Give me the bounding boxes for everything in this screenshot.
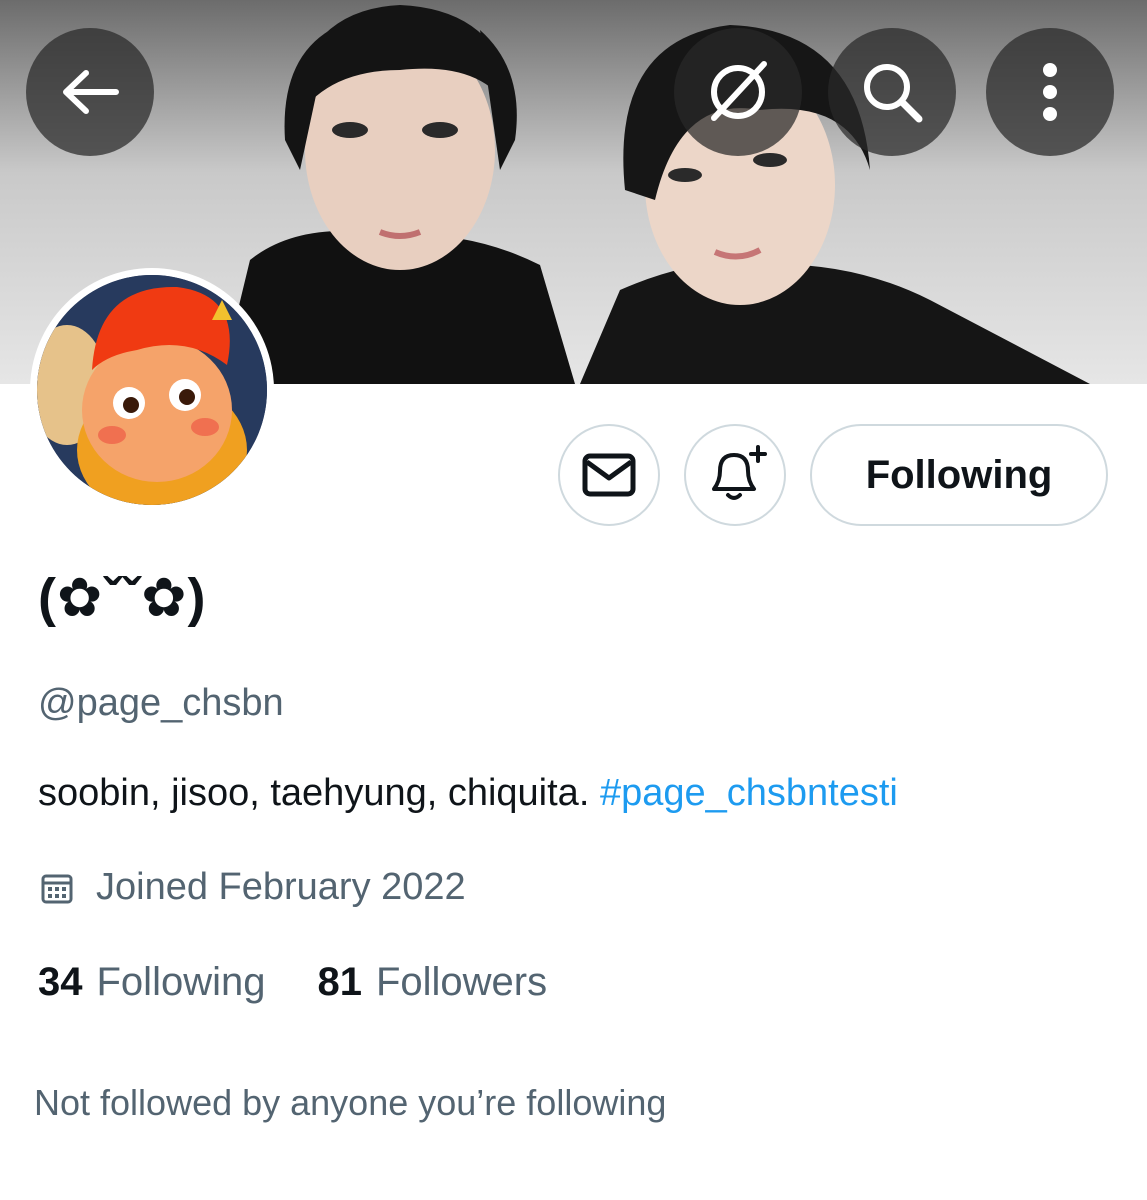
following-stat-link[interactable]: 34 Following: [38, 960, 265, 1005]
search-button[interactable]: [828, 28, 956, 156]
bio: soobin, jisoo, taehyung, chiquita. #page…: [38, 772, 898, 815]
followers-stat-link[interactable]: 81 Followers: [317, 960, 547, 1005]
slash-circle-icon: [711, 61, 767, 121]
notify-button[interactable]: [684, 424, 786, 526]
following-label: Following: [96, 960, 266, 1004]
envelope-icon: [582, 453, 636, 497]
joined-date: Joined February 2022: [40, 866, 466, 909]
handle: @page_chsbn: [38, 682, 284, 724]
avatar-image: [37, 275, 267, 505]
message-button[interactable]: [558, 424, 660, 526]
more-button[interactable]: [986, 28, 1114, 156]
following-count: 34: [38, 960, 83, 1004]
follow-stats: 34 Following 81 Followers: [38, 960, 599, 1005]
followers-label: Followers: [375, 960, 548, 1004]
arrow-left-icon: [63, 70, 119, 114]
joined-text: Joined February 2022: [96, 866, 466, 908]
following-button[interactable]: Following: [810, 424, 1108, 526]
bio-text: soobin, jisoo, taehyung, chiquita.: [38, 772, 590, 814]
search-icon: [864, 64, 923, 123]
grok-button[interactable]: [674, 28, 802, 156]
bio-hashtag-link[interactable]: #page_chsbntesti: [600, 772, 898, 814]
more-vertical-icon: [1043, 63, 1057, 121]
display-name: (✿ˇˇ✿): [38, 568, 207, 628]
bell-plus-icon: [712, 445, 767, 500]
followers-count: 81: [317, 960, 362, 1004]
avatar[interactable]: [30, 268, 274, 512]
back-button[interactable]: [26, 28, 154, 156]
calendar-icon: [41, 874, 73, 903]
not-followed-note: Not followed by anyone you’re following: [34, 1082, 667, 1123]
